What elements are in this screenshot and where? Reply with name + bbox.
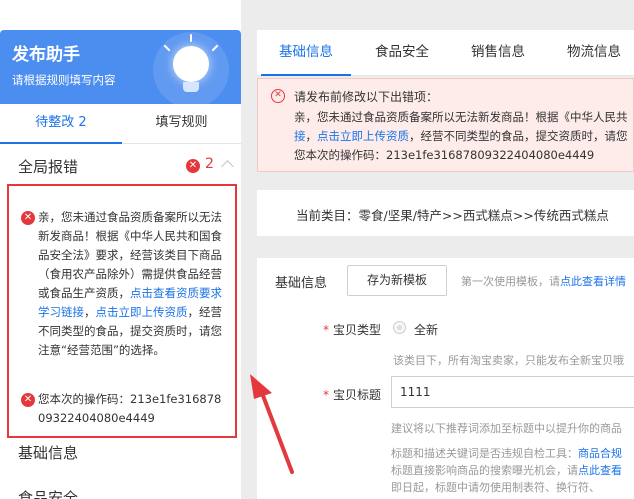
title-char-hint: 即日起，标题中请勿使用制表符、换行符、 <box>391 481 600 494</box>
template-hint: 第一次使用模板，请点此查看详情 <box>461 273 626 289</box>
nav-food-safety[interactable]: 食品安全 <box>18 487 78 499</box>
template-hint-text: 第一次使用模板，请 <box>461 275 560 288</box>
operation-code: 您本次的操作码：213e1fe31687809322404080e4449 <box>38 390 228 428</box>
main-tabs: 基础信息 食品安全 销售信息 物流信息 <box>257 30 634 76</box>
error-icon: ✕ <box>186 159 200 173</box>
tab-pending-fix[interactable]: 待整改 2 <box>0 104 122 144</box>
alert-line: 接，点击立即上传资质，经营不同类型的食品，提交资质时，请您 <box>294 127 634 146</box>
basic-info-form: 基础信息 存为新模板 第一次使用模板，请点此查看详情 * 宝贝类型 全新 该类目下… <box>257 258 634 499</box>
item-type-label: * 宝贝类型 <box>323 323 382 337</box>
error-circle-icon: ✕ <box>271 89 285 103</box>
error-message-sep: ， <box>84 305 96 319</box>
template-detail-link[interactable]: 点此查看详情 <box>560 275 626 288</box>
item-type-new-label[interactable]: 全新 <box>414 321 438 338</box>
item-type-label-text: 宝贝类型 <box>333 323 382 337</box>
item-title-label-text: 宝贝标题 <box>333 388 382 402</box>
alert-sep: ， <box>305 129 318 143</box>
tab-basic-info[interactable]: 基础信息 <box>261 30 351 76</box>
alert-operation-code: 您本次的操作码：213e1fe31687809322404080e4449 <box>294 148 595 162</box>
item-type-hint: 该类目下，所有淘宝卖家，只能发布全新宝贝哦 <box>393 354 624 367</box>
title-exposure-text: 标题直接影响商品的搜索曝光机会，请 <box>391 464 578 477</box>
error-icon: ✕ <box>21 393 35 407</box>
alert-view-link[interactable]: 接 <box>294 129 306 143</box>
global-error-count: 2 <box>205 156 214 172</box>
helper-title: 发布助手 <box>12 45 80 65</box>
lightbulb-icon <box>153 32 229 104</box>
helper-subtitle: 请根据规则填写内容 <box>12 73 116 87</box>
operation-code-label: 您本次的操作码： <box>38 392 130 406</box>
global-error-list: ✕ 亲，您未通过食品资质备案所以无法新发商品！根据《中华人民共和国食品安全法》要… <box>7 184 237 438</box>
title-recommend-hint: 建议将以下推荐词添加至标题中以提升你的商品 <box>391 422 622 435</box>
item-type-new-radio[interactable] <box>393 321 406 334</box>
tab-fill-rules[interactable]: 填写规则 <box>122 104 241 144</box>
error-icon: ✕ <box>21 211 35 225</box>
form-section-title: 基础信息 <box>275 276 328 291</box>
title-check-hint: 标题和描述关键词是否违规自检工具：商品合规 <box>391 445 622 461</box>
error-alert: ✕ 请发布前修改以下出错项： 亲，您未通过食品资质备案所以无法新发商品！根据《中… <box>257 78 634 172</box>
title-exposure-hint: 标题直接影响商品的搜索曝光机会，请点此查看 <box>391 462 622 478</box>
title-check-text: 标题和描述关键词是否违规自检工具： <box>391 447 578 460</box>
alert-line-rest: ，经营不同类型的食品，提交资质时，请您 <box>409 129 628 143</box>
save-template-button[interactable]: 存为新模板 <box>347 265 447 296</box>
upload-qualification-link[interactable]: 点击立即上传资质 <box>96 305 188 319</box>
nav-basic-info[interactable]: 基础信息 <box>18 442 78 463</box>
alert-upload-link[interactable]: 点击立即上传资质 <box>317 129 409 143</box>
tab-food-safety[interactable]: 食品安全 <box>357 30 447 76</box>
tab-sales-info[interactable]: 销售信息 <box>453 30 543 76</box>
publish-helper-panel: 发布助手 请根据规则填写内容 待整改 2 填写规则 全局报错 ✕ 2 ✕ 亲，您… <box>0 0 241 499</box>
exposure-view-link[interactable]: 点此查看 <box>578 464 622 477</box>
global-error-label: 全局报错 <box>18 158 79 176</box>
item-title-input[interactable]: 1111 <box>391 376 634 408</box>
helper-header: 发布助手 请根据规则填写内容 <box>0 30 241 104</box>
item-title-label: * 宝贝标题 <box>323 388 382 402</box>
compliance-link[interactable]: 商品合规 <box>578 447 622 460</box>
tab-logistics-info[interactable]: 物流信息 <box>549 30 634 76</box>
global-error-header[interactable]: 全局报错 ✕ 2 <box>0 150 241 182</box>
error-message: 亲，您未通过食品资质备案所以无法新发商品！根据《中华人民共和国食品安全法》要求，… <box>38 208 228 360</box>
alert-body: 亲，您未通过食品资质备案所以无法新发商品！根据《中华人民共 接，点击立即上传资质… <box>294 108 634 165</box>
alert-line: 亲，您未通过食品资质备案所以无法新发商品！根据《中华人民共 <box>294 110 628 124</box>
helper-tabs: 待整改 2 填写规则 <box>0 104 241 144</box>
category-bar: 当前类目：零食/坚果/特产>>西式糕点>>传统西式糕点 <box>257 190 634 236</box>
chevron-up-icon[interactable] <box>221 160 234 173</box>
current-category: 当前类目：零食/坚果/特产>>西式糕点>>传统西式糕点 <box>296 208 609 223</box>
alert-title: 请发布前修改以下出错项： <box>294 90 439 104</box>
